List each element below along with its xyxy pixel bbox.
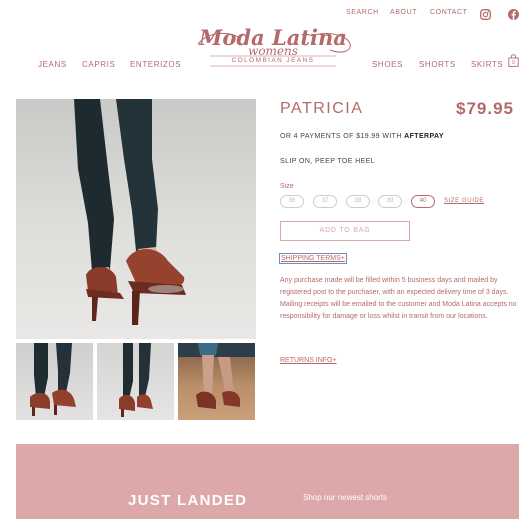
cart-count: 0 bbox=[512, 60, 515, 66]
logo-tagline: COLOMBIAN JEANS bbox=[231, 57, 315, 64]
instagram-icon[interactable] bbox=[480, 7, 491, 20]
size-option-37[interactable]: 37 bbox=[313, 195, 337, 208]
thumbnail-3[interactable] bbox=[178, 343, 255, 420]
nav-shorts[interactable]: SHORTS bbox=[419, 60, 456, 69]
site-logo[interactable]: Moda Latina womens COLOMBIAN JEANS bbox=[190, 24, 356, 70]
shipping-terms-toggle[interactable]: SHIPPING TERMS+ bbox=[279, 253, 347, 264]
size-label: Size bbox=[280, 183, 294, 190]
banner-heading: JUST LANDED bbox=[128, 492, 248, 509]
afterpay-brand[interactable]: AFTERPAY bbox=[404, 133, 444, 140]
nav-jeans[interactable]: JEANS bbox=[38, 60, 67, 69]
afterpay-text: OR 4 PAYMENTS OF $19.99 WITH bbox=[280, 133, 402, 140]
product-price: $79.95 bbox=[456, 99, 514, 118]
afterpay-line: OR 4 PAYMENTS OF $19.99 WITH AFTERPAY bbox=[280, 133, 444, 140]
size-option-39[interactable]: 39 bbox=[378, 195, 402, 208]
just-landed-banner[interactable]: JUST LANDED Shop our newest shorts bbox=[16, 444, 519, 519]
thumbnail-1[interactable] bbox=[16, 343, 93, 420]
nav-capris[interactable]: CAPRIS bbox=[82, 60, 115, 69]
size-option-38[interactable]: 38 bbox=[346, 195, 370, 208]
product-subtitle: SLIP ON, PEEP TOE HEEL bbox=[280, 158, 376, 165]
size-guide-link[interactable]: SIZE GUIDE bbox=[444, 198, 484, 204]
add-to-bag-button[interactable]: ADD TO BAG bbox=[280, 221, 410, 241]
facebook-icon[interactable] bbox=[508, 7, 519, 20]
product-title: PATRICIA bbox=[280, 100, 364, 117]
banner-subtext: Shop our newest shorts bbox=[303, 493, 388, 502]
size-option-36[interactable]: 36 bbox=[280, 195, 304, 208]
logo-subtext: womens bbox=[248, 44, 298, 58]
nav-skirts[interactable]: SKIRTS bbox=[471, 60, 503, 69]
search-link[interactable]: SEARCH bbox=[346, 9, 379, 16]
size-option-40[interactable]: 40 bbox=[411, 195, 435, 208]
returns-info-toggle[interactable]: RETURNS INFO+ bbox=[280, 357, 337, 364]
about-link[interactable]: ABOUT bbox=[390, 9, 417, 16]
nav-enterizos[interactable]: ENTERIZOS bbox=[130, 60, 181, 69]
main-product-photo[interactable] bbox=[16, 99, 256, 339]
thumbnail-2[interactable] bbox=[97, 343, 174, 420]
shipping-description: Any purchase made will be filled within … bbox=[280, 277, 517, 320]
nav-shoes[interactable]: SHOES bbox=[372, 60, 403, 69]
contact-link[interactable]: CONTACT bbox=[430, 9, 468, 16]
cart-icon[interactable]: 0 bbox=[508, 54, 519, 67]
